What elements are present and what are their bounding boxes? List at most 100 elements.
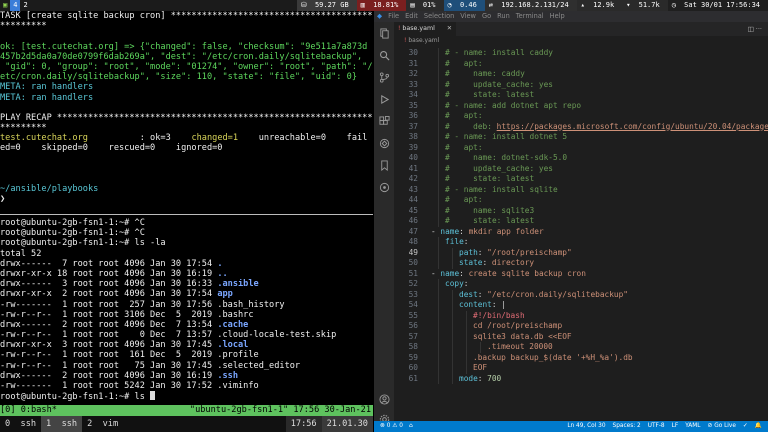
code-line[interactable]: 55 #!/bin/bash (394, 310, 768, 321)
language-mode[interactable]: YAML (685, 421, 700, 432)
code-line[interactable]: 53 dest: "/etc/cron.daily/sqlitebackup" (394, 289, 768, 300)
notifications-bell-icon[interactable]: 🔔 (755, 421, 762, 432)
code-text: # name: sqlite3 (445, 206, 534, 217)
window-tab-0[interactable]: 0 ssh (0, 416, 41, 432)
indent-guide (438, 142, 439, 153)
menu-go[interactable]: Go (479, 11, 494, 22)
tab-base-yaml[interactable]: ! base.yaml ✕ (394, 22, 456, 36)
code-line[interactable]: 47 - name: mkdir app folder (394, 227, 768, 238)
line-number: 39 (408, 142, 418, 152)
code-line[interactable]: 60 EOF (394, 363, 768, 374)
terminal-pane-bottom[interactable]: root@ubuntu-2gb-fsn1-1:~# ^C root@ubuntu-… (0, 218, 373, 401)
code-line[interactable]: 58 .timeout 20000 (394, 342, 768, 353)
code-line[interactable]: 32 # name: caddy (394, 69, 768, 80)
terminal-line: ❯ (0, 194, 373, 204)
run-debug-icon[interactable] (379, 94, 390, 105)
menu-edit[interactable]: Edit (402, 11, 421, 22)
code-token: : (477, 373, 488, 383)
indentation[interactable]: Spaces: 2 (613, 421, 641, 432)
menu-view[interactable]: View (457, 11, 479, 22)
home-icon[interactable]: ⌂ (409, 421, 413, 432)
code-line[interactable]: 31 # apt: (394, 58, 768, 69)
breadcrumb-file[interactable]: base.yaml (408, 37, 439, 44)
code-line[interactable]: 33 # update_cache: yes (394, 79, 768, 90)
code-line[interactable]: 40 # name: dotnet-sdk-5.0 (394, 153, 768, 164)
menu-terminal[interactable]: Terminal (513, 11, 547, 22)
source-control-icon[interactable] (379, 72, 390, 83)
code-line[interactable]: 54 content: | (394, 300, 768, 311)
remote-explorer-icon[interactable] (379, 138, 390, 149)
split-editor-icon[interactable]: ◫ (748, 25, 754, 33)
workspace-button-4[interactable]: 4 (10, 0, 21, 11)
code-line[interactable]: 37 # deb: https://packages.microsoft.com/… (394, 121, 768, 132)
code-line[interactable]: 52 copy: (394, 279, 768, 290)
line-number: 36 (408, 111, 418, 120)
terminal-pane-top[interactable]: TASK [create sqlite backup cron] *******… (0, 11, 373, 205)
indent-guide (466, 363, 467, 374)
menu-selection[interactable]: Selection (421, 11, 457, 22)
pane-divider[interactable] (0, 214, 373, 215)
go-live-button[interactable]: ⊘ Go Live (708, 421, 736, 432)
workspace-button-2[interactable]: 2 (20, 0, 30, 11)
code-token: .timeout 20000 (487, 342, 553, 351)
workspace-indicator-icon: ▣ (3, 1, 8, 9)
terminal-line: drwx------ 2 root root 4096 Jan 30 16:19… (0, 371, 373, 381)
code-area[interactable]: 30 # - name: install caddy 31 # apt: 32 # nam… (394, 48, 768, 420)
code-line[interactable]: 50 state: directory (394, 258, 768, 269)
code-token: # state: latest (445, 90, 535, 99)
terminal-line: ********* (0, 21, 373, 31)
line-number: 37 (408, 121, 418, 131)
check-icon[interactable]: ✓ (743, 421, 748, 432)
code-line[interactable]: 49 path: "/root/preischamp" (394, 247, 768, 258)
ip-value: 192.168.2.131/24 (501, 1, 569, 9)
code-line[interactable]: 51 - name: create sqlite backup cron (394, 269, 768, 280)
breadcrumb[interactable]: ! base.yaml (394, 36, 768, 46)
disk-usage: ⛁ 59.27 GB (296, 0, 357, 11)
code-line[interactable]: 36 # apt: (394, 111, 768, 122)
terminal-text: ❯ (0, 194, 6, 205)
line-number: 30 (408, 48, 418, 57)
cursor-position[interactable]: Ln 49, Col 30 (567, 421, 605, 432)
extensions-icon[interactable] (379, 116, 390, 127)
line-number: 31 (408, 58, 418, 68)
code-line[interactable]: 44 # apt: (394, 195, 768, 206)
terminal-line: test.cutechat.org : ok=3 changed=1 unrea… (0, 133, 373, 143)
code-line[interactable]: 38 # - name: install dotnet 5 (394, 132, 768, 143)
code-line[interactable]: 34 # state: latest (394, 90, 768, 101)
code-line[interactable]: 46 # state: latest (394, 216, 768, 227)
code-line[interactable]: 41 # update_cache: yes (394, 163, 768, 174)
bookmarks-icon[interactable] (379, 160, 390, 171)
code-line[interactable]: 35 # - name: add dotnet apt repo (394, 100, 768, 111)
close-tab-icon[interactable]: ✕ (447, 22, 452, 36)
code-line[interactable]: 42 # state: latest (394, 174, 768, 185)
code-line[interactable]: 56 cd /root/preischamp (394, 321, 768, 332)
tmux-session-label[interactable]: [0] 0:bash* (0, 405, 57, 416)
encoding[interactable]: UTF-8 (648, 421, 665, 432)
code-line[interactable]: 61 mode: 700 (394, 373, 768, 384)
account-icon[interactable] (379, 394, 390, 405)
indent-guide (438, 216, 439, 227)
vscode-logo-icon: ◆ (377, 12, 383, 20)
explorer-icon[interactable] (379, 28, 390, 39)
code-line[interactable]: 43 # - name: install sqlite (394, 184, 768, 195)
code-line[interactable]: 57 sqlite3 data.db <<EOF (394, 331, 768, 342)
problems-indicator[interactable]: ⊗ 0 ⚠ 0 (380, 421, 403, 432)
terminal-window[interactable]: TASK [create sqlite backup cron] *******… (0, 11, 373, 416)
tmux-host-time: "ubuntu-2gb-fsn1-1" 17:56 30-Jan-21 (189, 405, 371, 415)
code-line[interactable]: 39 # apt: (394, 142, 768, 153)
code-line[interactable]: 45 # name: sqlite3 (394, 205, 768, 217)
search-icon[interactable] (379, 50, 390, 61)
code-line[interactable]: 48 file: (394, 237, 768, 248)
line-number: 43 (408, 184, 418, 194)
code-line[interactable]: 59 .backup backup_$(date '+%H_%a').db (394, 352, 768, 363)
menu-run[interactable]: Run (494, 11, 513, 22)
more-actions-icon[interactable]: ··· (756, 25, 762, 33)
window-tab-2[interactable]: 2 vim (82, 416, 123, 432)
line-ending[interactable]: LF (672, 421, 679, 432)
indent-guide (466, 310, 467, 321)
code-line[interactable]: 30 # - name: install caddy (394, 48, 768, 59)
menu-help[interactable]: Help (547, 11, 568, 22)
menu-file[interactable]: File (385, 11, 402, 22)
window-tab-1[interactable]: 1 ssh (41, 416, 83, 432)
docker-icon[interactable] (379, 182, 390, 193)
